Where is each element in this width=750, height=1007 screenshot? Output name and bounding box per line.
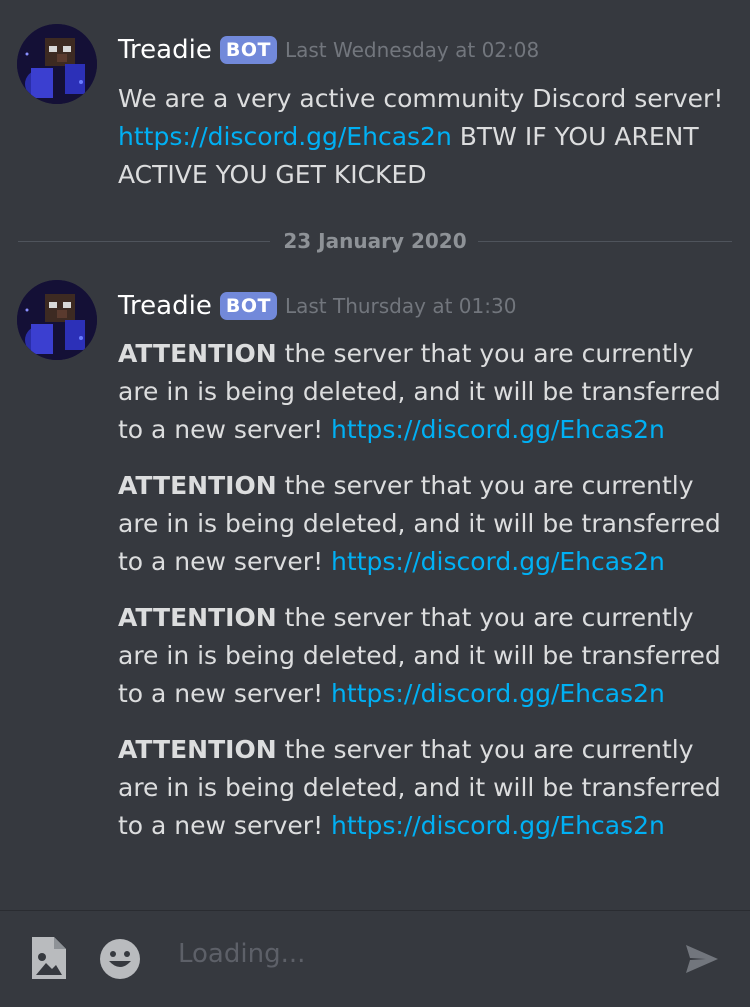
bot-badge: BOT xyxy=(219,36,277,64)
invite-link[interactable]: https://discord.gg/Ehcas2n xyxy=(331,679,665,708)
image-upload-icon[interactable] xyxy=(28,935,68,985)
timestamp: Last Wednesday at 02:08 xyxy=(284,38,540,62)
invite-link[interactable]: https://discord.gg/Ehcas2n xyxy=(118,122,452,151)
date-divider-label: 23 January 2020 xyxy=(283,229,467,253)
message-composer: Loading... xyxy=(0,910,750,1007)
bot-badge: BOT xyxy=(219,292,277,320)
message-text: ATTENTION the server that you are curren… xyxy=(118,467,728,581)
message-text: ATTENTION the server that you are curren… xyxy=(118,335,728,449)
username[interactable]: Treadie xyxy=(118,35,212,65)
emoji-icon[interactable] xyxy=(98,937,142,985)
invite-link[interactable]: https://discord.gg/Ehcas2n xyxy=(331,415,665,444)
message-text: ATTENTION the server that you are curren… xyxy=(118,599,728,713)
message-input[interactable]: Loading... xyxy=(178,939,305,969)
message-text: We are a very active community Discord s… xyxy=(118,80,728,194)
message-text-part: We are a very active community Discord s… xyxy=(118,84,724,113)
send-icon[interactable] xyxy=(684,941,720,981)
message-header: Treadie BOT Last Thursday at 01:30 xyxy=(118,286,516,326)
message-text: ATTENTION the server that you are curren… xyxy=(118,731,728,845)
invite-link[interactable]: https://discord.gg/Ehcas2n xyxy=(331,547,665,576)
date-divider: 23 January 2020 xyxy=(18,228,732,254)
attention-label: ATTENTION xyxy=(118,735,277,764)
attention-label: ATTENTION xyxy=(118,339,277,368)
avatar[interactable] xyxy=(17,280,97,360)
invite-link[interactable]: https://discord.gg/Ehcas2n xyxy=(331,811,665,840)
chat-messages: Treadie BOT Last Wednesday at 02:08 We a… xyxy=(0,0,750,910)
message-header: Treadie BOT Last Wednesday at 02:08 xyxy=(118,30,539,70)
timestamp: Last Thursday at 01:30 xyxy=(284,294,517,318)
username[interactable]: Treadie xyxy=(118,291,212,321)
avatar[interactable] xyxy=(17,24,97,104)
attention-label: ATTENTION xyxy=(118,471,277,500)
attention-label: ATTENTION xyxy=(118,603,277,632)
